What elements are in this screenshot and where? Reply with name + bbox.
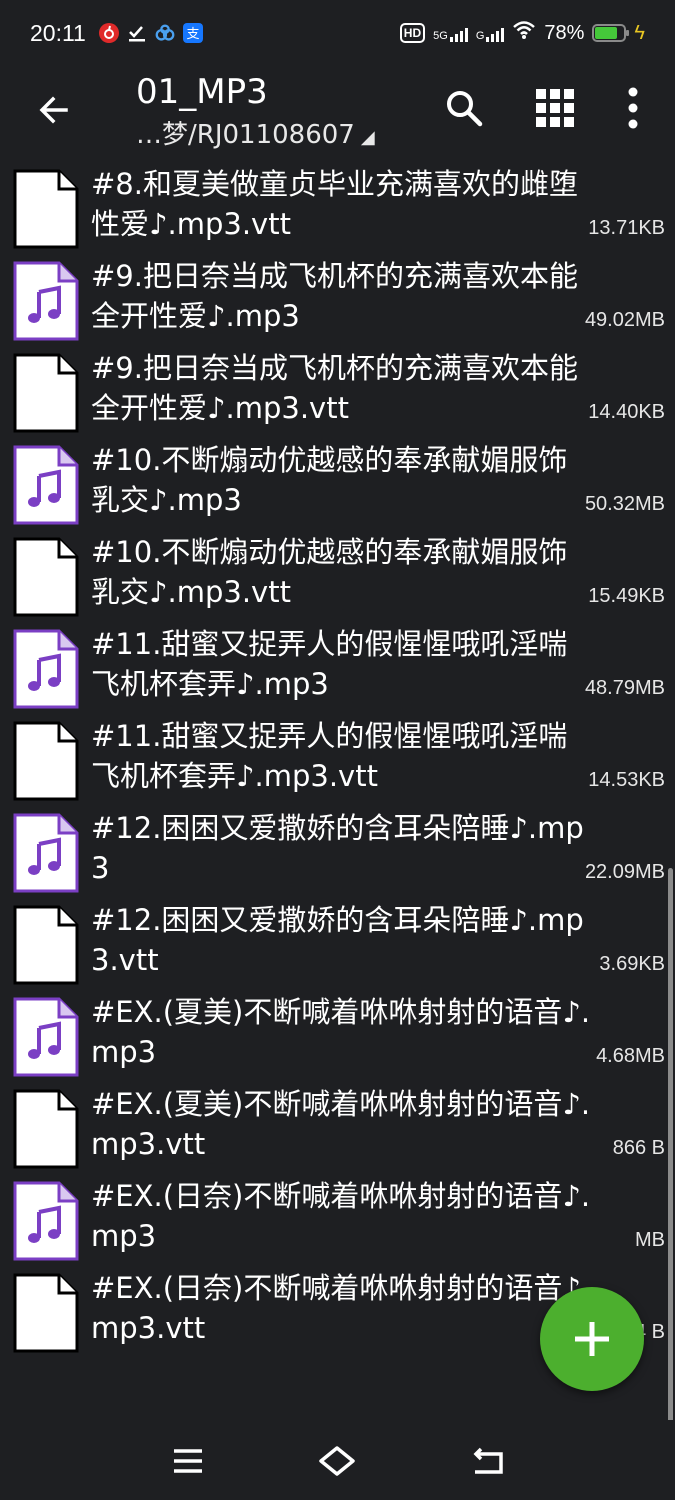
file-row[interactable]: #EX.(日奈)不断喊着咻咻射射的语音♪.mp3 MB [0, 1172, 675, 1264]
audio-file-icon [13, 813, 79, 893]
file-name: #12.困困又爱撒娇的含耳朵陪睡♪.mp3.vtt [91, 903, 584, 977]
plus-icon [575, 1322, 609, 1356]
file-row[interactable]: #9.把日奈当成飞机杯的充满喜欢本能全开性爱♪.mp3 49.02MB [0, 252, 675, 344]
back-nav-button[interactable] [460, 1436, 516, 1486]
file-size: 866 B [612, 1137, 665, 1159]
audio-file-icon [13, 997, 79, 1077]
file-name: #10.不断煽动优越感的奉承献媚服饰乳交♪.mp3 [91, 443, 568, 517]
back-nav-icon [473, 1447, 503, 1474]
document-file-icon [13, 1273, 79, 1353]
more-options-button[interactable] [605, 80, 661, 136]
toolbar: 01_MP3 …梦/RJ01108607 ◢ [0, 68, 675, 158]
file-row[interactable]: #EX.(夏美)不断喊着咻咻射射的语音♪.mp3.vtt 866 B [0, 1080, 675, 1172]
battery-percent: 78% [544, 21, 585, 44]
alipay-icon: 支 [182, 22, 204, 44]
file-list[interactable]: #8.和夏美做童贞毕业充满喜欢的雌堕性爱♪.mp346.59MB#8.和夏美做童… [0, 158, 675, 1420]
home-icon [319, 1446, 355, 1476]
menu-icon [174, 1449, 202, 1473]
path-text: …梦/RJ01108607 [136, 120, 355, 150]
charging-bolt-icon: ϟ [634, 21, 645, 44]
file-name: #11.甜蜜又捉弄人的假惺惺哦吼淫喘飞机杯套弄♪.mp3 [91, 627, 568, 701]
audio-file-icon [13, 261, 79, 341]
file-name: #10.不断煽动优越感的奉承献媚服饰乳交♪.mp3.vtt [91, 535, 568, 609]
path-breadcrumb[interactable]: …梦/RJ01108607 ◢ [136, 114, 375, 151]
file-row[interactable]: #10.不断煽动优越感的奉承献媚服饰乳交♪.mp3.vtt 15.49KB [0, 528, 675, 620]
file-name: #EX.(夏美)不断喊着咻咻射射的语音♪.mp3 [91, 995, 591, 1069]
network-5g-label: 5G [433, 30, 448, 42]
file-name: #EX.(夏美)不断喊着咻咻射射的语音♪.mp3.vtt [91, 1087, 591, 1161]
file-name: #9.把日奈当成飞机杯的充满喜欢本能全开性爱♪.mp3 [91, 259, 578, 333]
document-file-icon [13, 537, 79, 617]
file-size: 15.49KB [588, 585, 665, 607]
file-row[interactable]: #10.不断煽动优越感的奉承献媚服饰乳交♪.mp3 50.32MB [0, 436, 675, 528]
file-row[interactable]: #8.和夏美做童贞毕业充满喜欢的雌堕性爱♪.mp3.vtt 13.71KB [0, 160, 675, 252]
file-name: #8.和夏美做童贞毕业充满喜欢的雌堕性爱♪.mp3.vtt [91, 167, 578, 241]
signal-bars-icon [486, 24, 505, 42]
wifi-icon [512, 20, 536, 46]
signal-bars-icon [449, 24, 468, 42]
audio-file-icon [13, 1181, 79, 1261]
status-bar: 20:11 支 HD 5G G 78% ϟ [0, 0, 675, 68]
file-size: 14.40KB [588, 401, 665, 423]
network-g-label: G [475, 30, 485, 42]
recent-apps-button[interactable] [160, 1436, 216, 1486]
file-name: #9.把日奈当成飞机杯的充满喜欢本能全开性爱♪.mp3.vtt [91, 351, 578, 425]
file-size: 13.71KB [588, 217, 665, 239]
file-size: 4.68MB [596, 1045, 665, 1067]
file-row[interactable]: #EX.(夏美)不断喊着咻咻射射的语音♪.mp3 4.68MB [0, 988, 675, 1080]
more-vertical-icon [628, 87, 638, 129]
document-file-icon [13, 353, 79, 433]
file-size: 3.69KB [599, 953, 665, 975]
search-icon [447, 91, 483, 127]
scrollbar[interactable] [668, 868, 673, 1420]
svg-text:支: 支 [186, 27, 199, 42]
file-name: #EX.(日奈)不断喊着咻咻射射的语音♪.mp3.vtt [91, 1271, 591, 1345]
file-name: #12.困困又爱撒娇的含耳朵陪睡♪.mp3 [91, 811, 584, 885]
file-list-content: #8.和夏美做童贞毕业充满喜欢的雌堕性爱♪.mp346.59MB#8.和夏美做童… [0, 158, 675, 1356]
system-nav-bar [0, 1420, 675, 1500]
file-name: #EX.(日奈)不断喊着咻咻射射的语音♪.mp3 [91, 1179, 591, 1253]
file-row[interactable]: #12.困困又爱撒娇的含耳朵陪睡♪.mp3.vtt 3.69KB [0, 896, 675, 988]
file-size: 48.79MB [584, 677, 665, 699]
file-row[interactable]: #11.甜蜜又捉弄人的假惺惺哦吼淫喘飞机杯套弄♪.mp3.vtt 14.53KB [0, 712, 675, 804]
hd-badge: HD [399, 23, 426, 43]
document-file-icon [13, 721, 79, 801]
add-fab-button[interactable] [540, 1287, 644, 1391]
file-size: 14.53KB [588, 769, 665, 791]
grid-icon [536, 89, 574, 127]
file-name: #11.甜蜜又捉弄人的假惺惺哦吼淫喘飞机杯套弄♪.mp3.vtt [91, 719, 568, 793]
status-right: HD 5G G 78% ϟ [399, 18, 645, 48]
cloud-app-icon [154, 22, 176, 44]
download-check-icon [126, 22, 148, 44]
signal-g: G [476, 24, 505, 42]
file-row[interactable]: #12.困困又爱撒娇的含耳朵陪睡♪.mp3 22.09MB [0, 804, 675, 896]
file-row[interactable]: #11.甜蜜又捉弄人的假惺惺哦吼淫喘飞机杯套弄♪.mp3 48.79MB [0, 620, 675, 712]
file-size: MB [635, 1229, 665, 1251]
document-file-icon [13, 169, 79, 249]
audio-file-icon [13, 629, 79, 709]
battery-fill [595, 27, 618, 39]
document-file-icon [13, 905, 79, 985]
back-button[interactable] [28, 84, 80, 136]
search-button[interactable] [436, 80, 492, 136]
file-size: 22.09MB [584, 861, 665, 883]
audio-file-icon [13, 445, 79, 525]
file-size: 49.02MB [584, 309, 665, 331]
signal-5g: 5G [433, 24, 468, 42]
home-button[interactable] [309, 1436, 365, 1486]
grid-view-button[interactable] [527, 80, 583, 136]
file-size: 50.32MB [584, 493, 665, 515]
document-file-icon [13, 1089, 79, 1169]
status-time: 20:11 [30, 20, 86, 46]
battery-icon [592, 24, 630, 42]
arrow-left-icon [39, 96, 68, 124]
netease-music-icon [98, 22, 120, 44]
dropdown-triangle-icon: ◢ [360, 127, 375, 148]
page-title: 01_MP3 [136, 72, 268, 112]
file-row[interactable]: #9.把日奈当成飞机杯的充满喜欢本能全开性爱♪.mp3.vtt 14.40KB [0, 344, 675, 436]
